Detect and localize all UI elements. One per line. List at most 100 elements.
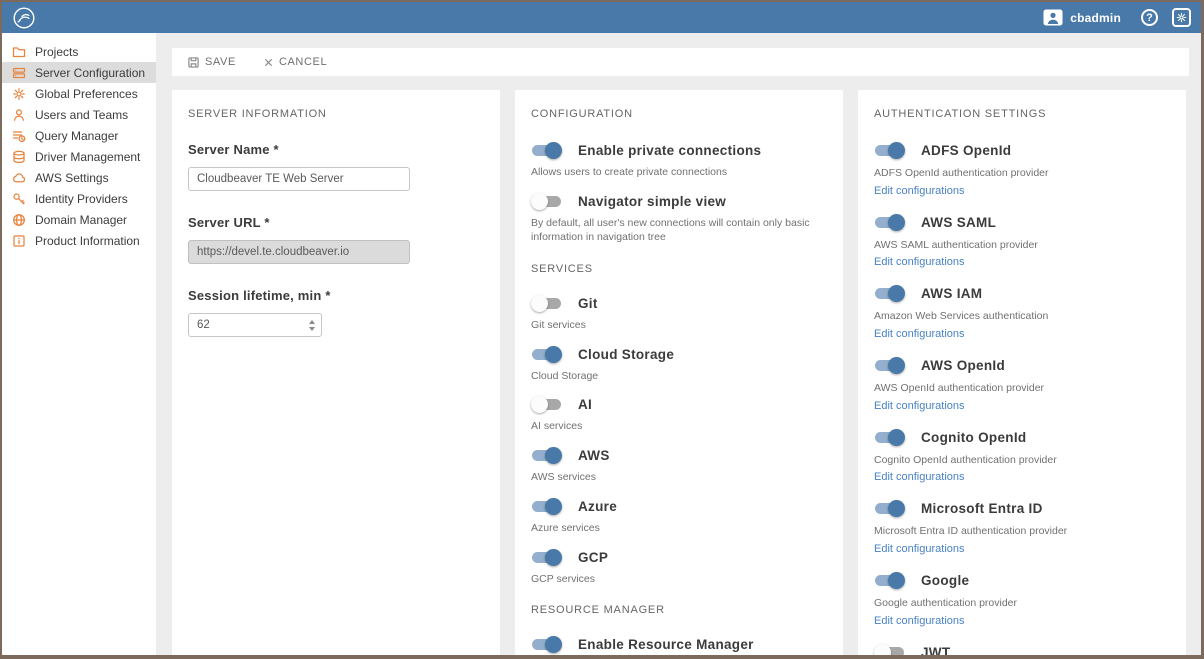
cognito-openid-toggle[interactable]	[874, 428, 905, 446]
microsoft-entra-id-toggle[interactable]	[874, 500, 905, 518]
toggle-knob	[888, 357, 905, 375]
toggle-label: Google	[921, 573, 970, 589]
edit-configurations-link[interactable]: Edit configurations	[874, 615, 965, 627]
auth-provider-row: AWS OpenId AWS OpenId authentication pro…	[874, 357, 1170, 414]
main-content: SAVE CANCEL SERVER INFORMATION Server Na…	[156, 33, 1201, 655]
toggle-row: Enable private connections Allows users …	[531, 142, 827, 180]
help-icon[interactable]: ?	[1141, 9, 1158, 26]
toggle-description: By default, all user's new connections w…	[531, 216, 810, 244]
edit-configurations-link[interactable]: Edit configurations	[874, 471, 965, 483]
toggle-knob	[545, 636, 562, 654]
save-button[interactable]: SAVE	[188, 56, 236, 68]
session-lifetime-input[interactable]	[188, 313, 322, 337]
toggle-knob	[888, 500, 905, 518]
card-title: CONFIGURATION	[531, 108, 633, 120]
toggle-row: Cloud Storage Cloud Storage	[531, 345, 827, 384]
toggle-label: Cognito OpenId	[921, 429, 1027, 445]
cloud-storage-toggle[interactable]	[531, 345, 562, 363]
gcp-toggle[interactable]	[531, 548, 562, 566]
toggle-description: Azure services	[531, 521, 600, 534]
auth-provider-row: Microsoft Entra ID Microsoft Entra ID au…	[874, 500, 1170, 557]
sidebar-item-aws-settings[interactable]: AWS Settings	[2, 167, 156, 188]
aws-toggle[interactable]	[531, 447, 562, 465]
auth-provider-row: ADFS OpenId ADFS OpenId authentication p…	[874, 142, 1170, 199]
toggle-knob	[545, 548, 562, 566]
git-toggle[interactable]	[531, 295, 562, 313]
toggle-knob	[545, 142, 562, 159]
auth-provider-row: AWS IAM Amazon Web Services authenticati…	[874, 285, 1170, 342]
sidebar-item-label: AWS Settings	[35, 170, 109, 185]
toggle-knob	[531, 295, 548, 313]
toggle-label: GCP	[578, 549, 609, 565]
sidebar-item-server-configuration[interactable]: Server Configuration	[2, 62, 156, 83]
toggle-label: ADFS OpenId	[921, 143, 1012, 158]
enable-resource-manager-toggle[interactable]	[531, 636, 562, 654]
settings-icon[interactable]	[1172, 8, 1191, 27]
sidebar-item-projects[interactable]: Projects	[2, 41, 156, 62]
auth-provider-row: AWS SAML AWS SAML authentication provide…	[874, 213, 1170, 271]
server-url-input	[188, 240, 410, 264]
azure-toggle[interactable]	[531, 497, 562, 515]
cancel-button[interactable]: CANCEL	[264, 56, 327, 68]
toggle-label: JWT	[921, 644, 951, 655]
username-label: cbadmin	[1070, 10, 1121, 25]
toggle-row: Git Git services	[531, 295, 827, 333]
toggle-description: Amazon Web Services authentication	[874, 310, 1049, 323]
sidebar-item-domain-manager[interactable]: Domain Manager	[2, 209, 156, 230]
server-name-input[interactable]	[188, 167, 410, 191]
aws-iam-toggle[interactable]	[874, 285, 905, 303]
sidebar-item-label: Users and Teams	[35, 107, 129, 122]
user-icon	[12, 108, 26, 122]
stepper-down-icon[interactable]	[309, 326, 315, 331]
session-lifetime-label: Session lifetime, min *	[188, 288, 331, 303]
sidebar-item-driver-management[interactable]: Driver Management	[2, 146, 156, 167]
toolbar: SAVE CANCEL	[172, 48, 1189, 76]
enable-private-connections-toggle[interactable]	[531, 142, 562, 159]
server-url-label: Server URL *	[188, 215, 270, 230]
edit-configurations-link[interactable]: Edit configurations	[874, 400, 965, 412]
toggle-label: Git	[578, 296, 598, 312]
toggle-row: Enable Resource Manager Enable Resource …	[531, 636, 827, 655]
adfs-openid-toggle[interactable]	[874, 142, 905, 159]
user-menu[interactable]: cbadmin	[1037, 9, 1127, 26]
globe-icon	[12, 213, 26, 227]
server-icon	[12, 66, 26, 80]
jwt-toggle[interactable]	[874, 643, 905, 655]
navigator-simple-view-toggle[interactable]	[531, 192, 562, 210]
toggle-description: AWS services	[531, 471, 596, 484]
sidebar-item-query-manager[interactable]: Query Manager	[2, 125, 156, 146]
toggle-knob	[545, 497, 562, 515]
toggle-description: ADFS OpenId authentication provider	[874, 167, 1049, 179]
toggle-description: AI services	[531, 420, 583, 433]
sidebar-item-identity-providers[interactable]: Identity Providers	[2, 188, 156, 209]
toggle-knob	[888, 213, 905, 231]
toggle-label: AWS OpenId	[921, 358, 1005, 374]
edit-configurations-link[interactable]: Edit configurations	[874, 328, 965, 340]
services-section-title: SERVICES	[531, 263, 593, 276]
stepper-up-icon[interactable]	[309, 319, 315, 324]
toggle-description: Microsoft Entra ID authentication provid…	[874, 525, 1068, 538]
google-toggle[interactable]	[874, 572, 905, 590]
sidebar-item-users-and-teams[interactable]: Users and Teams	[2, 104, 156, 125]
session-lifetime-stepper[interactable]	[309, 313, 315, 337]
ai-toggle[interactable]	[531, 396, 562, 414]
toggle-label: Navigator simple view	[578, 193, 727, 209]
aws-saml-toggle[interactable]	[874, 213, 905, 231]
toggle-row: AI AI services	[531, 396, 827, 434]
toggle-row: GCP GCP services	[531, 548, 827, 587]
aws-openid-toggle[interactable]	[874, 357, 905, 375]
sidebar-item-product-information[interactable]: Product Information	[2, 230, 156, 251]
server-name-label: Server Name *	[188, 142, 279, 157]
toggle-label: AI	[578, 397, 593, 413]
toggle-description: AWS OpenId authentication provider	[874, 382, 1045, 395]
sidebar-item-global-preferences[interactable]: Global Preferences	[2, 83, 156, 104]
toggle-description: Cloud Storage	[531, 369, 599, 382]
sidebar-item-label: Domain Manager	[35, 212, 128, 227]
info-icon	[12, 234, 26, 248]
toggle-knob	[531, 396, 548, 414]
edit-configurations-link[interactable]: Edit configurations	[874, 543, 965, 555]
edit-configurations-link[interactable]: Edit configurations	[874, 185, 965, 197]
cloudbeaver-logo-icon	[13, 6, 35, 29]
edit-configurations-link[interactable]: Edit configurations	[874, 256, 965, 268]
auth-provider-row: Google Google authentication provider Ed…	[874, 572, 1170, 629]
